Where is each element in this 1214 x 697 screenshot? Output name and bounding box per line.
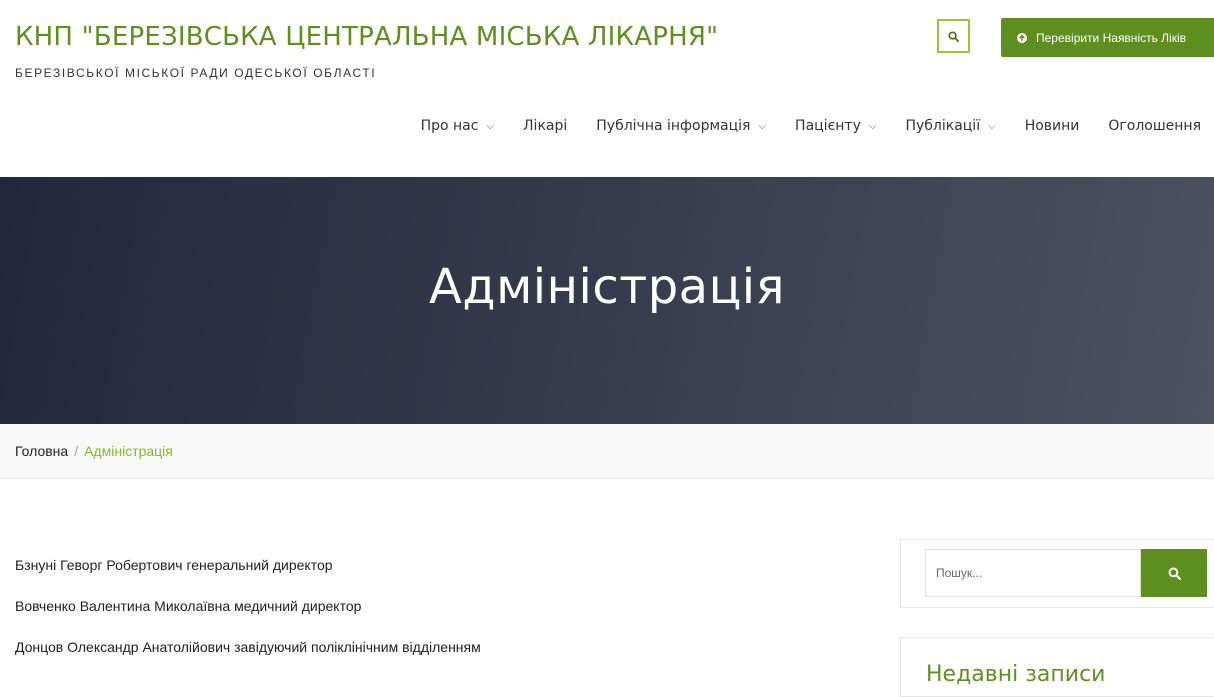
nav-item-publications[interactable]: Публікації ⌵ — [905, 118, 995, 134]
header-search-button[interactable] — [937, 19, 970, 53]
nav-label: Оголошення — [1108, 118, 1201, 134]
nav-label: Публікації — [905, 118, 981, 134]
nav-label: Пацієнту — [795, 118, 861, 134]
sidebar-search-button[interactable] — [1141, 549, 1207, 597]
chevron-down-icon: ⌵ — [988, 120, 996, 132]
page-title: Адміністрація — [429, 258, 785, 315]
list-item: Донцов Олександр Анатолійович завідуючий… — [15, 639, 481, 655]
search-icon — [948, 30, 959, 42]
sidebar-search-input[interactable] — [925, 549, 1141, 597]
nav-label: Лікарі — [523, 118, 568, 134]
sidebar-search-widget — [900, 539, 1214, 608]
nav-item-public-info[interactable]: Публічна інформація ⌵ — [596, 118, 766, 134]
nav-item-patient[interactable]: Пацієнту ⌵ — [795, 118, 876, 134]
nav-item-news[interactable]: Новини — [1025, 118, 1080, 134]
breadcrumb-separator: / — [74, 443, 79, 459]
arrow-circle-icon — [1017, 32, 1027, 43]
breadcrumb-home-link[interactable]: Головна — [15, 443, 68, 459]
nav-item-announcements[interactable]: Оголошення — [1108, 118, 1201, 134]
administration-list: Бзнуні Геворг Робертович генеральний дир… — [15, 556, 481, 679]
nav-label: Про нас — [420, 118, 479, 134]
search-icon — [1168, 567, 1181, 580]
chevron-down-icon: ⌵ — [758, 120, 767, 132]
check-medicine-availability-button[interactable]: Перевірити Наявність Ліків — [1001, 18, 1214, 57]
chevron-down-icon: ⌵ — [868, 120, 877, 132]
nav-label: Публічна інформація — [596, 118, 751, 134]
chevron-down-icon: ⌵ — [486, 120, 495, 132]
breadcrumb-current: Адміністрація — [84, 443, 173, 459]
page-hero-banner: Адміністрація — [0, 177, 1214, 424]
list-item: Бзнуні Геворг Робертович генеральний дир… — [15, 557, 333, 573]
breadcrumb: Головна / Адміністрація — [0, 424, 1214, 479]
cta-label: Перевірити Наявність Ліків — [1036, 30, 1187, 45]
site-title[interactable]: КНП "БЕРЕЗІВСЬКА ЦЕНТРАЛЬНА МІСЬКА ЛІКАР… — [15, 22, 718, 52]
list-item: Вовченко Валентина Миколаївна медичний д… — [15, 598, 362, 614]
main-navigation: Про нас ⌵ Лікарі Публічна інформація ⌵ П… — [0, 112, 1214, 140]
nav-item-doctors[interactable]: Лікарі — [523, 118, 567, 134]
nav-label: Новини — [1024, 118, 1080, 134]
nav-item-about[interactable]: Про нас ⌵ — [421, 118, 494, 134]
sidebar-recent-posts-widget: Недавні записи — [900, 637, 1214, 697]
site-tagline: БЕРЕЗІВСЬКОЇ МІСЬКОЇ РАДИ ОДЕСЬКОЇ ОБЛАС… — [15, 66, 377, 80]
